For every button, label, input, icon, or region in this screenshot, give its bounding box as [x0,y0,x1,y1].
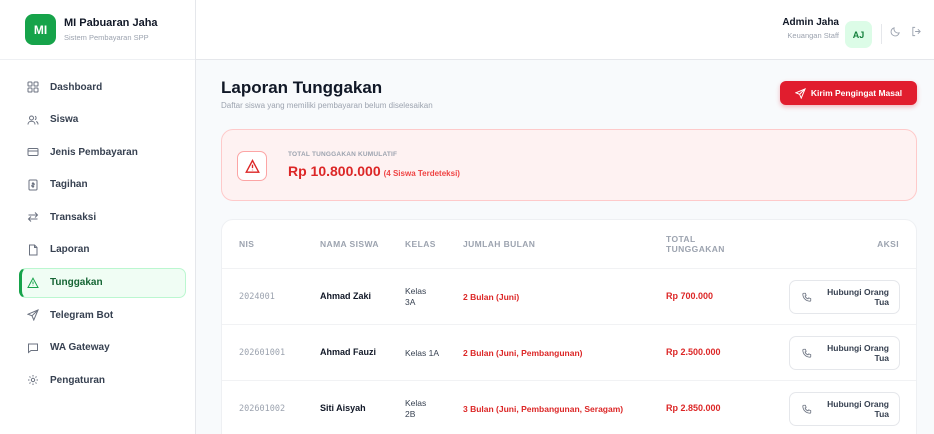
sidebar-item-label: Dashboard [50,81,103,93]
sidebar-item-pengaturan[interactable]: Pengaturan [19,365,186,395]
cell-nis: 2024001 [239,291,275,302]
phone-icon [802,348,812,358]
sidebar-item-label: WA Gateway [50,342,110,354]
page-title: Laporan Tunggakan [221,78,383,97]
total-arrears-summary: TOTAL TUNGGAKAN KUMULATIF Rp 10.800.000(… [221,129,917,201]
sidebar-nav: Dashboard Siswa Jenis Pembayaran Tagihan… [19,72,186,398]
sidebar-item-telegram-bot[interactable]: Telegram Bot [19,300,186,330]
page-subtitle: Daftar siswa yang memiliki pembayaran be… [221,101,433,110]
column-header-kelas: KELAS [405,238,436,249]
sidebar-item-label: Jenis Pembayaran [50,146,138,158]
sidebar-item-wa-gateway[interactable]: WA Gateway [19,333,186,363]
brand-title: MI Pabuaran Jaha [64,17,158,30]
contact-parent-label: Hubungi Orang Tua [827,286,889,307]
contact-parent-button[interactable]: Hubungi Orang Tua [789,280,900,314]
cell-bulan: 3 Bulan (Juni, Pembangunan, Seragam) [463,403,624,414]
brand-logo: MI [25,14,56,45]
send-icon [794,87,806,99]
file-icon [27,244,39,256]
table-row: 202601002 Siti Aisyah Kelas 2B 3 Bulan (… [222,380,916,434]
table-row: 202601001 Ahmad Fauzi Kelas 1A 2 Bulan (… [222,324,916,380]
phone-icon [802,292,812,302]
cell-nis: 202601002 [239,403,286,414]
sidebar-item-label: Tagihan [50,179,88,191]
grid-icon [27,81,39,93]
summary-label: TOTAL TUNGGAKAN KUMULATIF [288,151,398,158]
logout-icon [911,24,922,42]
cell-kelas: Kelas 1A [405,347,440,358]
user-info: Admin Jaha Keuangan Staff [782,17,839,40]
brand-subtitle: Sistem Pembayaran SPP [64,32,149,42]
contact-parent-label: Hubungi Orang Tua [827,342,889,363]
column-header-total: TOTAL TUNGGAKAN [666,233,725,254]
warning-icon [27,276,39,289]
sidebar-item-laporan[interactable]: Laporan [19,235,186,265]
invoice-icon [27,179,39,191]
cell-nama: Siti Aisyah [320,403,366,414]
sidebar-item-siswa[interactable]: Siswa [19,105,186,135]
top-header: Admin Jaha Keuangan Staff AJ [196,0,934,60]
brand: MI MI Pabuaran Jaha Sistem Pembayaran SP… [0,0,195,60]
summary-amount-line: Rp 10.800.000 (4 Siswa Terdeteksi) [288,163,460,179]
header-divider [881,24,882,44]
summary-count: (4 Siswa Terdeteksi) [383,169,460,178]
logout-button[interactable] [908,25,924,41]
card-icon [27,146,39,158]
sidebar-item-label: Laporan [50,244,90,256]
sidebar-item-jenis-pembayaran[interactable]: Jenis Pembayaran [19,137,186,167]
arrears-table: NIS NAMA SISWA KELAS JUMLAH BULAN TOTAL … [221,219,917,434]
send-mass-reminder-button[interactable]: Kirim Pengingat Masal [780,81,917,105]
sidebar-item-dashboard[interactable]: Dashboard [19,72,186,102]
summary-amount: Rp 10.800.000 [288,163,381,179]
column-header-nama: NAMA SISWA [320,238,379,249]
cell-bulan: 2 Bulan (Juni) [463,291,520,302]
contact-parent-button[interactable]: Hubungi Orang Tua [789,336,900,370]
cell-nis: 202601001 [239,347,286,358]
column-header-bulan: JUMLAH BULAN [463,238,536,249]
column-header-aksi: AKSI [877,238,899,249]
warning-icon [237,151,267,181]
avatar[interactable]: AJ [845,21,872,48]
user-role: Keuangan Staff [787,31,839,40]
send-icon [27,309,39,322]
sidebar-item-label: Tunggakan [50,277,103,289]
contact-parent-label: Hubungi Orang Tua [827,398,889,419]
sidebar-item-label: Pengaturan [50,374,106,386]
sidebar-item-label: Telegram Bot [50,309,114,321]
sidebar-item-tagihan[interactable]: Tagihan [19,170,186,200]
cell-nama: Ahmad Fauzi [320,347,377,358]
sidebar-item-tunggakan[interactable]: Tunggakan [19,267,186,298]
sidebar-item-transaksi[interactable]: Transaksi [19,202,186,232]
cell-nama: Ahmad Zaki [320,291,372,302]
gear-icon [27,374,39,386]
chat-icon [27,342,39,354]
cell-bulan: 2 Bulan (Juni, Pembangunan) [463,347,583,358]
phone-icon [802,404,812,414]
send-mass-reminder-label: Kirim Pengingat Masal [810,88,903,98]
cell-total: Rp 700.000 [666,291,714,302]
transfer-icon [27,211,39,223]
cell-kelas: Kelas 3A [405,286,427,307]
users-icon [27,114,39,126]
theme-toggle-button[interactable] [887,25,903,41]
contact-parent-button[interactable]: Hubungi Orang Tua [789,392,900,426]
cell-total: Rp 2.500.000 [666,347,721,358]
moon-icon [890,24,901,42]
column-header-nis: NIS [239,238,255,249]
sidebar-item-label: Transaksi [50,211,97,223]
sidebar-item-label: Siswa [50,114,79,126]
cell-total: Rp 2.850.000 [666,403,721,414]
user-name: Admin Jaha [782,17,839,28]
sidebar: MI MI Pabuaran Jaha Sistem Pembayaran SP… [0,0,196,434]
cell-kelas: Kelas 2B [405,398,427,419]
table-row: 2024001 Ahmad Zaki Kelas 3A 2 Bulan (Jun… [222,268,916,324]
